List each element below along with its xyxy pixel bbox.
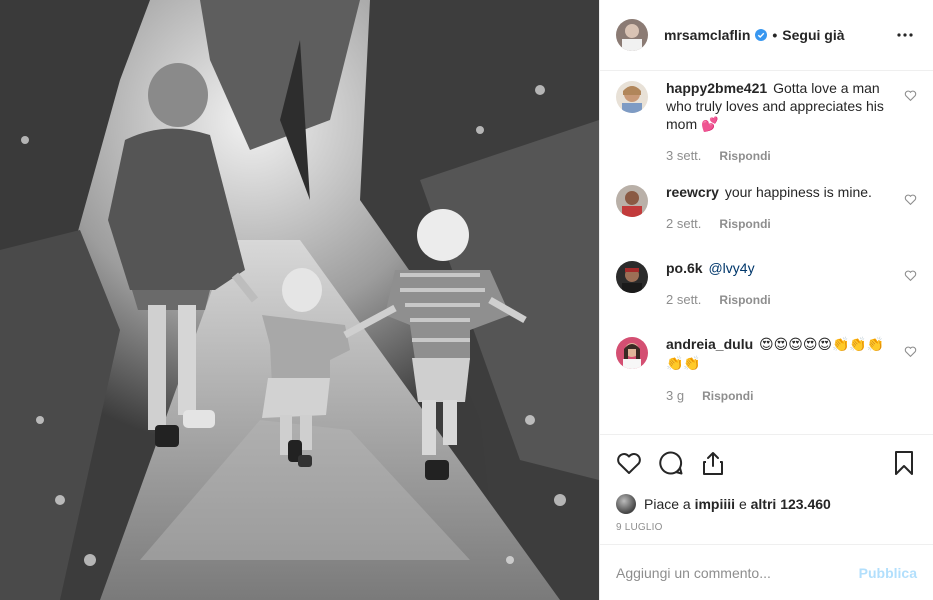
- comment-like-heart-icon[interactable]: [904, 345, 917, 358]
- author-avatar[interactable]: [616, 19, 648, 51]
- comment-username[interactable]: po.6k: [666, 260, 703, 276]
- bookmark-icon[interactable]: [891, 450, 917, 476]
- post-photo[interactable]: [0, 0, 599, 600]
- comments-list[interactable]: happy2bme421 Gotta love a man who truly …: [600, 71, 933, 434]
- comment-bubble-icon[interactable]: [658, 450, 684, 476]
- comment-username[interactable]: andreia_dulu: [666, 336, 753, 352]
- reply-button[interactable]: Rispondi: [702, 387, 753, 405]
- post-date[interactable]: 9 LUGLIO: [600, 518, 933, 544]
- comment-username[interactable]: happy2bme421: [666, 80, 767, 96]
- likes-summary[interactable]: Piace a impiiii e altri 123.460: [600, 490, 933, 518]
- commenter-avatar[interactable]: [616, 185, 648, 217]
- commenter-avatar[interactable]: [616, 337, 648, 369]
- comment-item: happy2bme421 Gotta love a man who truly …: [616, 79, 917, 183]
- verified-badge-icon: [755, 29, 768, 41]
- post-actions-bar: [600, 434, 933, 490]
- reply-button[interactable]: Rispondi: [719, 291, 770, 309]
- header-separator: •: [772, 27, 778, 43]
- liker-avatar[interactable]: [616, 494, 636, 514]
- following-button[interactable]: Segui già: [782, 27, 844, 43]
- commenter-avatar[interactable]: [616, 261, 648, 293]
- comment-item: po.6k @lvy4y 2 sett. Rispondi: [616, 259, 917, 335]
- comment-time[interactable]: 2 sett.: [666, 291, 701, 309]
- comment-like-heart-icon[interactable]: [904, 89, 917, 102]
- reply-button[interactable]: Rispondi: [719, 215, 770, 233]
- post-details-panel: mrsamclaflin • Segui già happy2bme421 Go…: [599, 0, 933, 600]
- comment-time[interactable]: 3 g: [666, 387, 684, 405]
- comment-username[interactable]: reewcry: [666, 184, 719, 200]
- comment-mention-link[interactable]: @lvy4y: [708, 260, 754, 276]
- publish-button[interactable]: Pubblica: [859, 565, 917, 581]
- comment-text: your happiness is mine.: [724, 184, 872, 200]
- likes-prefix: Piace a: [644, 496, 691, 512]
- comment-input[interactable]: [616, 564, 859, 581]
- post-modal: mrsamclaflin • Segui già happy2bme421 Go…: [0, 0, 933, 600]
- post-header: mrsamclaflin • Segui già: [600, 0, 933, 71]
- comment-like-heart-icon[interactable]: [904, 269, 917, 282]
- comment-item: reewcry your happiness is mine. 2 sett. …: [616, 183, 917, 259]
- comment-like-heart-icon[interactable]: [904, 193, 917, 206]
- share-icon[interactable]: [700, 450, 726, 476]
- heart-icon[interactable]: [616, 450, 642, 476]
- likes-count-link[interactable]: altri 123.460: [751, 496, 831, 512]
- liker-username[interactable]: impiiii: [695, 496, 735, 512]
- photo-grayscale-scene: [0, 0, 599, 600]
- comment-time[interactable]: 2 sett.: [666, 215, 701, 233]
- likes-conjunction: e: [738, 496, 747, 512]
- comment-time[interactable]: 3 sett.: [666, 147, 701, 165]
- reply-button[interactable]: Rispondi: [719, 147, 770, 165]
- commenter-avatar[interactable]: [616, 81, 648, 113]
- author-username[interactable]: mrsamclaflin: [664, 27, 750, 43]
- comment-item: andreia_dulu 😍😍😍😍😍👏👏👏👏👏 3 g Rispondi: [616, 335, 917, 425]
- more-options-icon[interactable]: [893, 23, 917, 47]
- add-comment-bar: Pubblica: [600, 544, 933, 600]
